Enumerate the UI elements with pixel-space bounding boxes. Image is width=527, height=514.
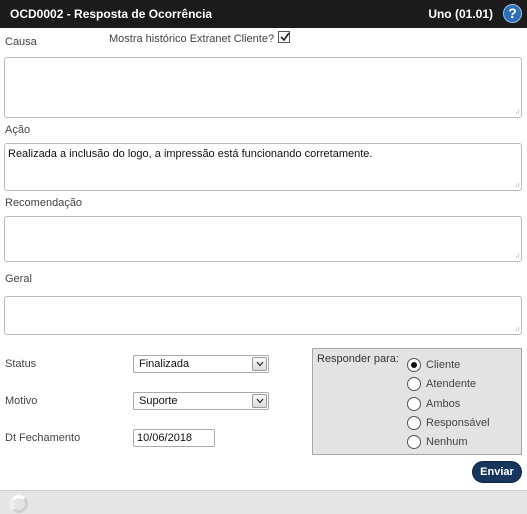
status-select[interactable]: Finalizada (133, 355, 269, 373)
chevron-down-icon[interactable] (252, 357, 267, 371)
motivo-select[interactable]: Suporte (133, 392, 269, 410)
responder-label: Responder para: (317, 353, 399, 365)
status-label: Status (5, 358, 37, 370)
acao-textarea[interactable]: Realizada a inclusão do logo, a impressã… (4, 143, 522, 191)
recomendacao-textarea[interactable]: ⠴ (4, 216, 522, 262)
title-bar: OCD0002 - Resposta de Ocorrência Uno (01… (0, 0, 527, 28)
fechamento-value: 10/06/2018 (137, 432, 193, 444)
responder-group: Responder para: Cliente Atendente Ambos … (312, 348, 522, 455)
geral-textarea[interactable]: ⠴ (4, 296, 522, 335)
acao-text: Realizada a inclusão do logo, a impressã… (8, 148, 373, 160)
resize-grip-icon[interactable]: ⠴ (515, 109, 520, 116)
resize-grip-icon[interactable]: ⠴ (515, 253, 520, 260)
loading-spinner-icon (10, 495, 28, 513)
motivo-value: Suporte (139, 395, 178, 407)
resize-grip-icon[interactable]: ⠴ (515, 182, 520, 189)
radio-label-nenhum[interactable]: Nenhum (426, 436, 468, 448)
status-footer (0, 490, 527, 514)
causa-textarea[interactable]: ⠴ (4, 57, 522, 118)
checkmark-icon (280, 32, 290, 42)
causa-label: Causa (5, 36, 37, 48)
resize-grip-icon[interactable]: ⠴ (515, 326, 520, 333)
radio-cliente[interactable] (407, 358, 421, 372)
radio-ambos[interactable] (407, 397, 421, 411)
historico-label: Mostra histórico Extranet Cliente? (109, 33, 275, 45)
historico-checkbox[interactable] (278, 31, 290, 43)
fechamento-input[interactable]: 10/06/2018 (133, 429, 215, 447)
window-title: OCD0002 - Resposta de Ocorrência (10, 7, 213, 21)
status-value: Finalizada (139, 358, 190, 370)
radio-label-atendente[interactable]: Atendente (426, 378, 476, 390)
acao-label: Ação (5, 124, 31, 136)
radio-atendente[interactable] (407, 377, 421, 391)
radio-label-ambos[interactable]: Ambos (426, 398, 460, 410)
recomendacao-label: Recomendação (5, 197, 83, 209)
motivo-label: Motivo (5, 395, 38, 407)
fechamento-label: Dt Fechamento (5, 432, 81, 444)
radio-label-responsavel[interactable]: Responsável (426, 417, 490, 429)
radio-responsavel[interactable] (407, 416, 421, 430)
radio-nenhum[interactable] (407, 435, 421, 449)
chevron-down-icon[interactable] (252, 394, 267, 408)
radio-label-cliente[interactable]: Cliente (426, 359, 460, 371)
company-label: Uno (01.01) (428, 7, 493, 21)
geral-label: Geral (5, 273, 32, 285)
send-button[interactable]: Enviar (472, 461, 522, 483)
help-icon[interactable]: ? (503, 4, 522, 23)
